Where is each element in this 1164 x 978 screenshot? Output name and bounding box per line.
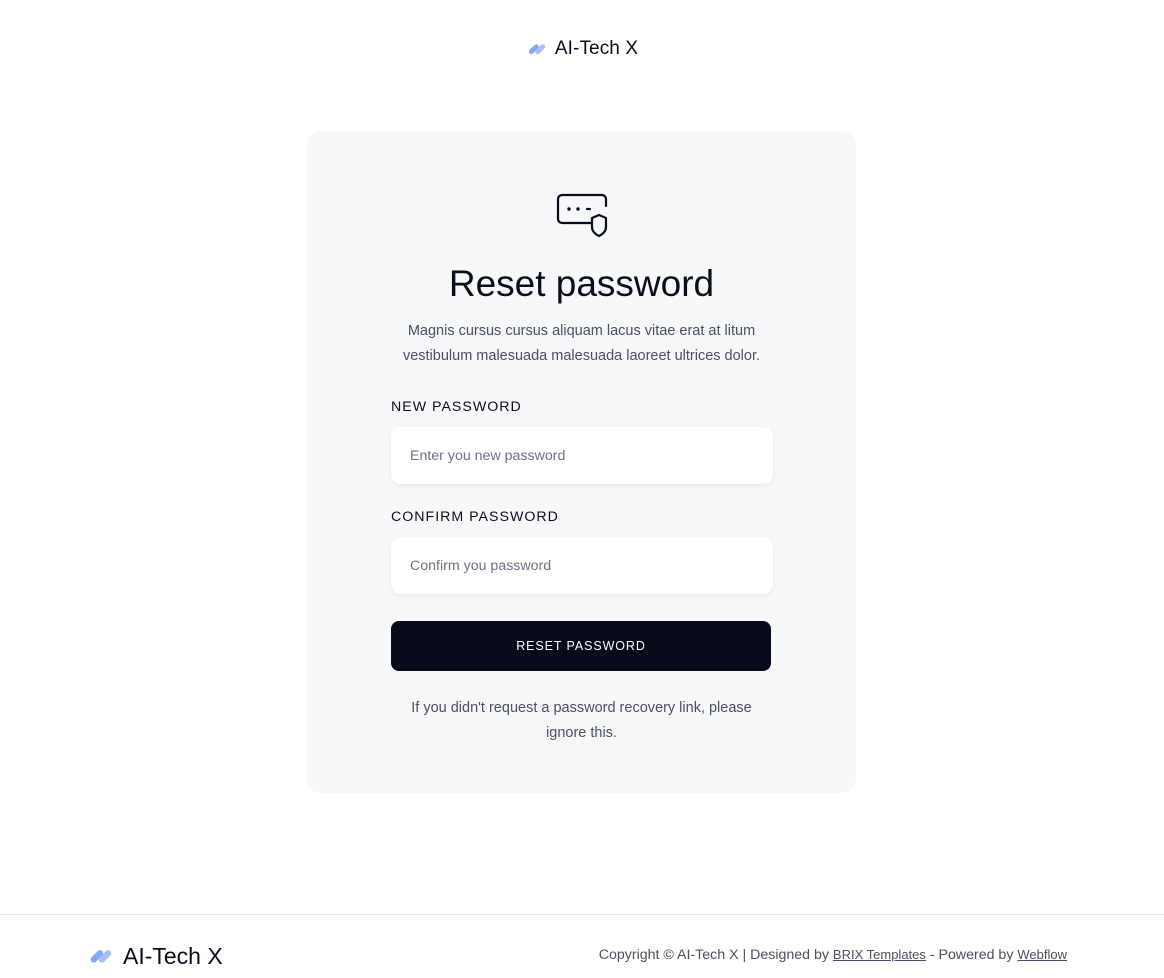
new-password-input[interactable] xyxy=(391,427,773,484)
copyright-text: Copyright © AI-Tech X | Designed by xyxy=(598,947,833,963)
reset-password-page: AI-Tech X Reset password Magnis cursus c… xyxy=(0,0,1164,978)
brix-templates-link[interactable]: BRIX Templates xyxy=(833,947,926,962)
reset-password-card: Reset password Magnis cursus cursus aliq… xyxy=(307,131,856,793)
new-password-label: NEW PASSWORD xyxy=(391,399,522,415)
header-logo-text: AI-Tech X xyxy=(554,38,639,59)
footer-copyright: Copyright © AI-Tech X | Designed by BRIX… xyxy=(599,947,1067,963)
footer-logo[interactable]: AI-Tech X xyxy=(87,942,223,970)
reset-password-button[interactable]: RESET PASSWORD xyxy=(391,621,771,671)
header-logo[interactable]: AI-Tech X xyxy=(0,38,1164,60)
brand-slash-icon xyxy=(528,44,546,55)
confirm-password-label: CONFIRM PASSWORD xyxy=(391,509,559,525)
footer-logo-text: AI-Tech X xyxy=(123,942,223,969)
footer: AI-Tech X Copyright © AI-Tech X | Design… xyxy=(0,914,1164,978)
page-description: Magnis cursus cursus aliquam lacus vitae… xyxy=(402,323,761,364)
recovery-note: If you didn't request a password recover… xyxy=(411,700,752,741)
confirm-password-input[interactable] xyxy=(391,537,773,594)
password-shield-icon xyxy=(556,193,607,238)
card-icon-wrap xyxy=(391,193,772,239)
webflow-link[interactable]: Webflow xyxy=(1017,947,1067,962)
page-title: Reset password xyxy=(448,263,715,304)
brand-slash-icon xyxy=(90,950,112,963)
powered-by-text: - Powered by xyxy=(925,947,1018,963)
